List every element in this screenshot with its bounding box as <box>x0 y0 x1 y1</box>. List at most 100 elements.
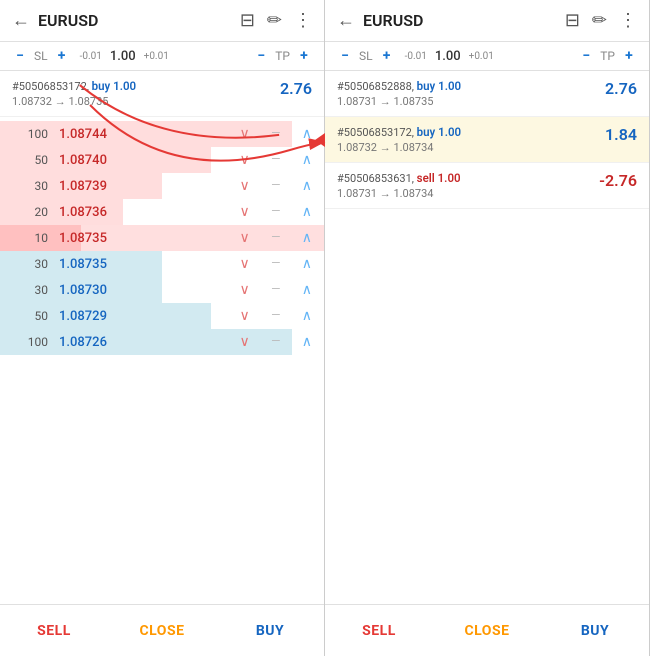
left-sl-label: SL <box>34 49 48 63</box>
ob-ask-down-0[interactable]: ∨ <box>240 126 250 142</box>
right-spacer <box>325 209 649 604</box>
right-cylinder-icon[interactable]: ⊟ <box>565 10 580 31</box>
left-buy-button[interactable]: BUY <box>216 605 324 656</box>
ob-ask-price-2: 1.08739 <box>48 179 118 194</box>
right-title: EURUSD <box>363 11 557 30</box>
right-sl-plus[interactable]: + <box>379 48 395 64</box>
ob-ask-row-4[interactable]: 10 1.08735 ∨ — ∧ <box>0 225 324 251</box>
right-header: ← EURUSD ⊟ ✏ ⋮ <box>325 0 649 42</box>
right-trade-id-0: #50506852888, <box>337 80 417 93</box>
right-more-icon[interactable]: ⋮ <box>619 10 637 31</box>
right-trade-id-2: #50506853631, <box>337 172 417 185</box>
left-footer: SELL CLOSE BUY <box>0 604 324 656</box>
left-header: ← EURUSD ⊟ ✏ ⋮ <box>0 0 324 42</box>
right-sl-adj-plus: +0.01 <box>469 51 494 62</box>
left-close-button[interactable]: CLOSE <box>108 605 216 656</box>
ob-bid-down-1[interactable]: ∨ <box>240 282 250 298</box>
ob-ask-price-0: 1.08744 <box>48 127 118 142</box>
ob-ask-price-4: 1.08735 <box>48 231 118 246</box>
ob-ask-down-2[interactable]: ∨ <box>240 178 250 194</box>
ob-ask-price-1: 1.08740 <box>48 153 118 168</box>
left-header-icons: ⊟ ✏ ⋮ <box>240 10 312 31</box>
ob-ask-up-0[interactable]: ∧ <box>302 126 312 142</box>
right-trade-route-2: 1.08731 → 1.08734 <box>337 187 461 200</box>
right-trade-pnl-0: 2.76 <box>605 79 637 98</box>
ob-bid-row-0[interactable]: 30 1.08735 ∨ — ∧ <box>0 251 324 277</box>
left-sl-adj-plus: +0.01 <box>144 51 169 62</box>
ob-ask-up-2[interactable]: ∧ <box>302 178 312 194</box>
ob-bid-price-2: 1.08729 <box>48 309 118 324</box>
ob-ask-up-1[interactable]: ∧ <box>302 152 312 168</box>
ob-bid-up-0[interactable]: ∧ <box>302 256 312 272</box>
ob-ask-row-0[interactable]: 100 1.08744 ∨ — ∧ <box>0 121 324 147</box>
right-arrow-indicator <box>315 133 325 147</box>
left-trade-row-0[interactable]: #50506853172, buy 1.00 1.08732 → 1.08735… <box>0 71 324 117</box>
right-trade-type-2: sell 1.00 <box>417 171 461 185</box>
ob-ask-row-2[interactable]: 30 1.08739 ∨ — ∧ <box>0 173 324 199</box>
right-pencil-icon[interactable]: ✏ <box>592 10 607 31</box>
ob-ask-qty-1: 50 <box>12 153 48 167</box>
right-trade-row-1[interactable]: #50506853172, buy 1.00 1.08732 → 1.08734… <box>325 117 649 163</box>
right-sell-button[interactable]: SELL <box>325 605 433 656</box>
left-sl-adj-minus: -0.01 <box>80 51 102 62</box>
ob-ask-down-4[interactable]: ∨ <box>240 230 250 246</box>
ob-ask-up-4[interactable]: ∧ <box>302 230 312 246</box>
left-trade-route-0: 1.08732 → 1.08735 <box>12 95 136 108</box>
right-trade-row-0[interactable]: #50506852888, buy 1.00 1.08731 → 1.08735… <box>325 71 649 117</box>
ob-ask-qty-0: 100 <box>12 127 48 141</box>
right-sl-minus[interactable]: − <box>337 48 353 64</box>
ob-bid-row-2[interactable]: 50 1.08729 ∨ — ∧ <box>0 303 324 329</box>
right-buy-button[interactable]: BUY <box>541 605 649 656</box>
ob-ask-qty-4: 10 <box>12 231 48 245</box>
left-more-icon[interactable]: ⋮ <box>294 10 312 31</box>
ob-bid-row-1[interactable]: 30 1.08730 ∨ — ∧ <box>0 277 324 303</box>
ob-bid-up-2[interactable]: ∧ <box>302 308 312 324</box>
right-tp-plus[interactable]: + <box>621 48 637 64</box>
ob-bid-down-2[interactable]: ∨ <box>240 308 250 324</box>
ob-bid-up-3[interactable]: ∧ <box>302 334 312 350</box>
left-title: EURUSD <box>38 11 232 30</box>
ob-bid-up-1[interactable]: ∧ <box>302 282 312 298</box>
left-sl-minus[interactable]: − <box>12 48 28 64</box>
left-sl-tp-row: − SL + -0.01 1.00 +0.01 − TP + <box>0 42 324 71</box>
ob-ask-down-3[interactable]: ∨ <box>240 204 250 220</box>
ob-bid-qty-2: 50 <box>12 309 48 323</box>
ob-ask-up-3[interactable]: ∧ <box>302 204 312 220</box>
ob-ask-qty-3: 20 <box>12 205 48 219</box>
left-sell-button[interactable]: SELL <box>0 605 108 656</box>
right-tp-minus[interactable]: − <box>578 48 594 64</box>
right-trade-pnl-2: -2.76 <box>599 171 637 190</box>
ob-bid-qty-0: 30 <box>12 257 48 271</box>
right-close-button[interactable]: CLOSE <box>433 605 541 656</box>
left-tp-minus[interactable]: − <box>253 48 269 64</box>
left-order-book: 100 1.08744 ∨ — ∧ 50 1.08740 ∨ — ∧ 30 1.… <box>0 117 324 604</box>
left-cylinder-icon[interactable]: ⊟ <box>240 10 255 31</box>
right-panel: ← EURUSD ⊟ ✏ ⋮ − SL + -0.01 1.00 +0.01 −… <box>325 0 650 656</box>
right-trade-id-1: #50506853172, <box>337 126 417 139</box>
ob-ask-down-1[interactable]: ∨ <box>240 152 250 168</box>
left-tp-plus[interactable]: + <box>296 48 312 64</box>
ob-ask-row-3[interactable]: 20 1.08736 ∨ — ∧ <box>0 199 324 225</box>
right-trade-row-2[interactable]: #50506853631, sell 1.00 1.08731 → 1.0873… <box>325 163 649 209</box>
left-back-button[interactable]: ← <box>12 10 30 31</box>
right-trade-route-1: 1.08732 → 1.08734 <box>337 141 461 154</box>
ob-bid-down-0[interactable]: ∨ <box>240 256 250 272</box>
left-pencil-icon[interactable]: ✏ <box>267 10 282 31</box>
right-trade-route-0: 1.08731 → 1.08735 <box>337 95 461 108</box>
right-footer: SELL CLOSE BUY <box>325 604 649 656</box>
right-back-button[interactable]: ← <box>337 10 355 31</box>
ob-bid-qty-3: 100 <box>12 335 48 349</box>
ob-bid-row-3[interactable]: 100 1.08726 ∨ — ∧ <box>0 329 324 355</box>
ob-bid-down-3[interactable]: ∨ <box>240 334 250 350</box>
left-panel: ← EURUSD ⊟ ✏ ⋮ − SL + -0.01 1.00 +0.01 −… <box>0 0 325 656</box>
left-sl-plus[interactable]: + <box>54 48 70 64</box>
left-tp-label: TP <box>275 49 290 63</box>
left-trade-type-0: buy 1.00 <box>92 79 136 93</box>
ob-bid-price-1: 1.08730 <box>48 283 118 298</box>
right-sl-value: 1.00 <box>435 49 461 64</box>
right-sl-adj-minus: -0.01 <box>405 51 427 62</box>
ob-ask-row-1[interactable]: 50 1.08740 ∨ — ∧ <box>0 147 324 173</box>
right-trade-type-0: buy 1.00 <box>417 79 461 93</box>
ob-bid-qty-1: 30 <box>12 283 48 297</box>
ob-ask-price-3: 1.08736 <box>48 205 118 220</box>
